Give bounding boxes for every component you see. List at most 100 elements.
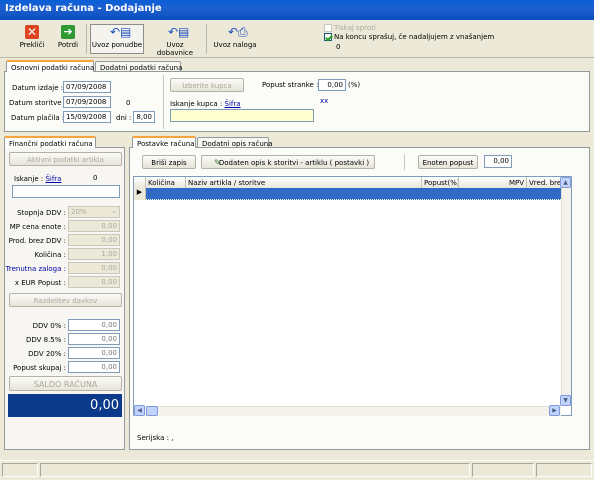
import-undo-icon: ↶▤ — [110, 25, 132, 39]
horizontal-scrollbar[interactable] — [134, 406, 561, 416]
datum-izdaje-field[interactable]: 07/09/2008 — [63, 81, 111, 93]
sifra-link[interactable]: Šifra — [225, 100, 241, 108]
uvoz-ponudbe-label: Uvoz ponudbe — [91, 41, 143, 49]
iskanje-kupca-input[interactable] — [170, 109, 314, 122]
confirm-arrow-icon: ➔ — [61, 25, 75, 39]
cancel-x-icon: ✕ — [25, 25, 39, 39]
popust-stranke-field[interactable]: 0,00 — [318, 79, 346, 91]
izberite-kupca-button[interactable]: Izberite kupca — [170, 78, 244, 92]
mp-cena-label: MP cena enote : — [9, 223, 66, 231]
popust-skupaj-label: Popust skupaj : — [13, 364, 66, 372]
prod-brez-ddv-field[interactable]: 0,00 — [68, 234, 120, 246]
col-popust[interactable]: Popust(%) — [422, 177, 459, 188]
datum-storitve-field[interactable]: 07/09/2008 — [63, 96, 111, 108]
serijska-label: Serijska : , — [137, 434, 174, 442]
ddv0-field: 0,00 — [68, 319, 120, 331]
tab-financni-podatki[interactable]: Finančni podatki računa — [4, 136, 96, 148]
datum-storitve-label: Datum storitve : — [9, 99, 67, 107]
status-cell — [472, 463, 534, 477]
toolbar-separator — [86, 24, 87, 54]
mp-cena-field[interactable]: 0,00 — [68, 220, 120, 232]
ddv20-field: 0,00 — [68, 347, 120, 359]
vertical-scrollbar[interactable] — [561, 177, 571, 406]
prod-brez-ddv-label: Prod. brez DDV : — [8, 237, 66, 245]
enoten-popust-field[interactable]: 0,00 — [484, 155, 512, 168]
trenutna-zaloga-field: 0,00 — [68, 262, 120, 274]
stopnja-ddv-select[interactable]: 20% ⌄ — [68, 206, 120, 218]
import-undo-icon: ↶▤ — [168, 25, 190, 39]
brisi-zapis-button[interactable]: Briši zapis — [142, 155, 196, 169]
datum-placila-field[interactable]: 15/09/2008 — [63, 111, 111, 123]
stopnja-ddv-value: 20% — [71, 208, 87, 216]
kolicina-label: Količina : — [34, 251, 66, 259]
toolbar-divider — [0, 57, 594, 58]
scroll-right-icon[interactable]: ▶ — [549, 405, 560, 416]
ddv0-label: DDV 0% : — [32, 322, 66, 330]
grid-header: Količina Naziv artikla / storitve Popust… — [134, 177, 571, 188]
vertical-divider — [163, 75, 164, 129]
datum-izdaje-label: Datum izdaje : — [12, 84, 64, 92]
uvoz-dobavnice-label: Uvoz dobavnice — [156, 41, 194, 57]
iskanje-artikla-input[interactable] — [12, 185, 120, 198]
sifra-link[interactable]: Šifra — [45, 175, 61, 183]
current-row-arrow-icon: ▶ — [134, 188, 146, 200]
ddv85-field: 0,00 — [68, 333, 120, 345]
import-print-icon: ↶⎙ — [228, 25, 248, 39]
datum-storitve-extra: 0 — [126, 99, 131, 107]
row-header-corner — [134, 177, 146, 188]
scroll-down-icon[interactable]: ▼ — [560, 395, 571, 406]
checkbox-checked-icon — [324, 33, 332, 41]
uvoz-dobavnice-button[interactable]: ↶▤ Uvoz dobavnice — [147, 24, 203, 57]
tiskaj-sproti-checkbox[interactable]: Tiskaj sproti — [324, 24, 376, 32]
xeur-popust-field[interactable]: 0,00 — [68, 276, 120, 288]
dni-label: dni : — [116, 114, 132, 122]
na-koncu-label: Na koncu sprašuj, če nadaljujem z vnašan… — [334, 33, 495, 41]
iskanje-count: 0 — [93, 174, 98, 182]
trenutna-zaloga-label: Trenutna zaloga : — [5, 265, 66, 273]
toolbar-separator — [206, 24, 207, 54]
dni-field[interactable]: 8,00 — [133, 111, 155, 123]
window-title: Izdelava računa - Dodajanje — [0, 0, 594, 20]
col-naziv[interactable]: Naziv artikla / storitve — [186, 177, 422, 188]
toolbar-counter: 0 — [336, 43, 341, 51]
tab-osnovni-podatki[interactable]: Osnovni podatki računa — [6, 60, 94, 72]
uvoz-naloga-label: Uvoz naloga — [213, 41, 257, 49]
horizontal-scroll-thumb[interactable] — [146, 406, 158, 416]
popust-stranke-label: Popust stranke : — [262, 81, 319, 89]
datum-placila-label: Datum plačila : — [11, 114, 65, 122]
table-row[interactable]: ▶ — [134, 188, 571, 200]
tiskaj-sproti-label: Tiskaj sproti — [334, 24, 376, 32]
kolicina-field[interactable]: 1,00 — [68, 248, 120, 260]
na-koncu-checkbox[interactable]: Na koncu sprašuj, če nadaljujem z vnašan… — [324, 33, 494, 41]
col-mpv[interactable]: MPV — [459, 177, 527, 188]
scroll-left-icon[interactable]: ◀ — [134, 405, 145, 416]
saldo-racuna-value: 0,00 — [8, 394, 122, 417]
scroll-up-icon[interactable]: ▲ — [560, 177, 571, 188]
postavke-grid[interactable] — [133, 176, 572, 416]
status-cell — [536, 463, 592, 477]
uvoz-naloga-button[interactable]: ↶⎙ Uvoz naloga — [212, 24, 258, 54]
uvoz-ponudbe-button[interactable]: ↶▤ Uvoz ponudbe — [90, 24, 144, 54]
iskanje-label: Iskanje : Šifra — [14, 175, 61, 183]
col-kolicina[interactable]: Količina — [146, 177, 186, 188]
chevron-down-icon: ⌄ — [111, 207, 117, 215]
tab-postavke-racuna[interactable]: Postavke računa — [132, 136, 196, 148]
stopnja-ddv-label: Stopnja DDV : — [17, 209, 66, 217]
enoten-popust-button[interactable]: Enoten popust — [418, 155, 478, 169]
dodaten-opis-button[interactable]: ✎ Dodaten opis k storitvi - artiklu ( po… — [201, 155, 375, 169]
xx-label: xx — [320, 97, 329, 105]
ddv20-label: DDV 20% : — [28, 350, 66, 358]
iskanje-kupca-text: Iskanje kupca : — [170, 100, 223, 108]
dodaten-opis-label: Dodaten opis k storitvi - artiklu ( post… — [218, 159, 370, 167]
iskanje-kupca-label: Iskanje kupca : Šifra — [170, 100, 241, 108]
preklici-button[interactable]: ✕ Prekliči — [14, 24, 50, 54]
aktivni-podatki-button[interactable]: Aktivni podatki artikla — [9, 152, 122, 166]
razdelitev-davkov-button[interactable]: Razdelitev davkov — [9, 293, 122, 307]
popust-skupaj-field: 0,00 — [68, 361, 120, 373]
preklici-label: Prekliči — [19, 41, 45, 49]
xeur-popust-label: x EUR Popust : — [14, 279, 66, 287]
selected-row-cells — [146, 188, 571, 200]
potrdi-button[interactable]: ➔ Potrdi — [54, 24, 82, 54]
separator — [404, 154, 405, 170]
status-cell — [2, 463, 38, 477]
